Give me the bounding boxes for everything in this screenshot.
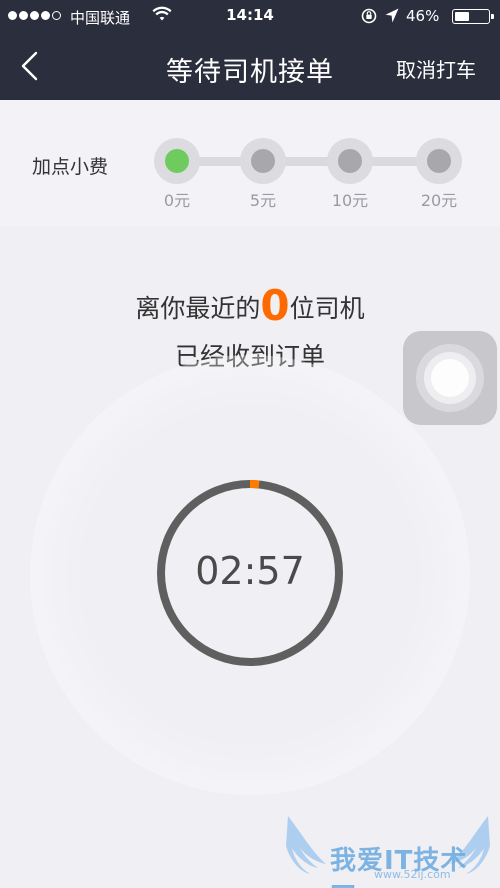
status-bar: 中国联通 14:14 46% — [0, 0, 500, 32]
tip-knob — [427, 149, 451, 173]
message-suffix: 位司机 — [289, 294, 365, 323]
tip-amount: 0元 — [163, 191, 191, 210]
watermark-url: www.52ij.com — [374, 868, 451, 881]
nav-bar: 等待司机接单 取消打车 — [0, 32, 500, 100]
tip-knob — [165, 149, 189, 173]
watermark-logo: 我爱IT技术网 www.52ij.com — [282, 812, 494, 888]
cancel-ride-button[interactable]: 取消打车 — [396, 54, 476, 83]
driver-count: 0 — [260, 281, 290, 330]
battery-icon — [452, 9, 494, 24]
tip-label: 加点小费 — [32, 156, 109, 178]
tip-knob — [251, 149, 275, 173]
message-prefix: 离你最近的 — [135, 294, 261, 323]
tip-selector: 加点小费 0元 5元 10元 20元 — [0, 100, 500, 226]
battery-percentage: 46% — [406, 7, 440, 25]
tip-amount: 20元 — [420, 191, 458, 210]
orientation-lock-icon — [360, 7, 378, 29]
location-arrow-icon — [384, 7, 400, 29]
tip-amount: 10元 — [331, 191, 369, 210]
nearby-driver-line: 离你最近的0位司机 — [0, 285, 500, 330]
countdown-time: 02:57 — [195, 549, 305, 593]
assistive-touch-button[interactable] — [403, 331, 497, 425]
countdown-timer: 02:57 — [152, 475, 348, 671]
header: 中国联通 14:14 46% 等待司机接单 取消打车 — [0, 0, 500, 100]
tip-knob — [338, 149, 362, 173]
tip-amount: 5元 — [249, 191, 277, 210]
timer-progress-arc — [249, 480, 260, 489]
tip-slider-track[interactable] — [176, 157, 438, 166]
